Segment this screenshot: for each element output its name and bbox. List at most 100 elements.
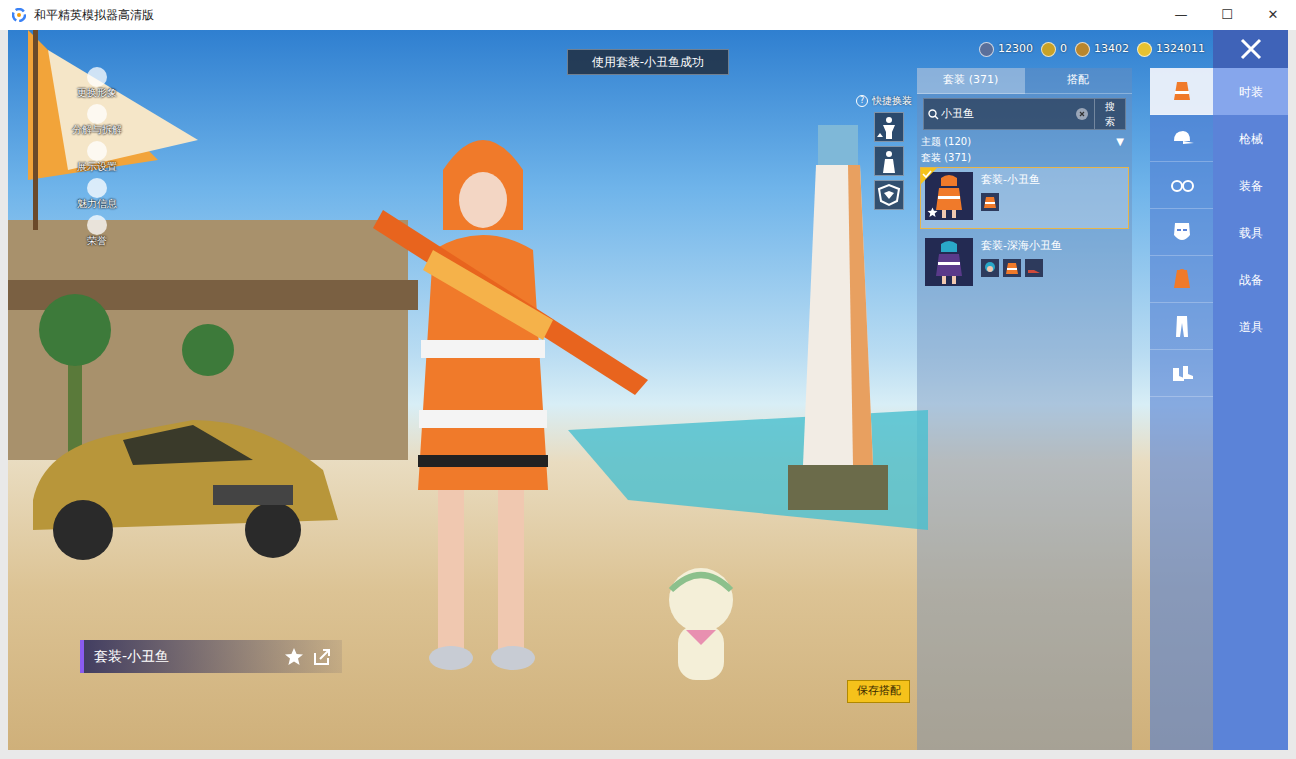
nav-label: 时装 <box>1239 83 1263 101</box>
side-menu-item[interactable]: 分解与拆解 <box>72 104 122 141</box>
part-outfit-icon <box>981 193 999 211</box>
outfit-item[interactable]: 套装-深海小丑鱼 <box>920 233 1129 295</box>
wardrobe-main: 套装 (371)搭配搜索主题 (120)▼套装 (371)套装-小丑鱼套装-深海… <box>917 68 1288 750</box>
side-menu-item[interactable]: 更换形象 <box>77 67 117 104</box>
panel-tabs: 套装 (371) 搭配 <box>917 68 1132 94</box>
nav-label: 枪械 <box>1239 130 1263 148</box>
nav-label: 道具 <box>1239 318 1263 336</box>
character <box>373 110 653 690</box>
quick-change: ?快捷换装 <box>848 93 912 210</box>
currency: 12300 <box>979 41 1033 58</box>
side-menu-label: 更换形象 <box>77 87 117 99</box>
category-tab[interactable] <box>1150 256 1213 303</box>
quick-slot[interactable] <box>874 146 904 176</box>
window-control-button[interactable]: ✕ <box>1250 0 1296 30</box>
currency: 1324011 <box>1137 41 1205 58</box>
currency-amount: 1324011 <box>1156 41 1205 58</box>
clear-search-icon[interactable] <box>1076 108 1088 120</box>
quick-slot[interactable] <box>874 112 904 142</box>
window-control-button[interactable]: ☐ <box>1204 0 1250 30</box>
category-bar <box>1150 68 1213 750</box>
outfit-item-name: 套装-深海小丑鱼 <box>981 238 1062 255</box>
section-title: 套装 (371) <box>917 149 1132 167</box>
quick-change-header: ?快捷换装 <box>856 93 912 108</box>
lighthouse <box>788 125 888 510</box>
outfit-parts <box>981 193 1040 211</box>
close-button[interactable] <box>1213 30 1288 68</box>
search-button[interactable]: 搜索 <box>1094 99 1125 129</box>
wardrobe-nav-item[interactable]: 战备 <box>1213 256 1288 303</box>
equipped-check-icon <box>921 168 937 184</box>
currency-amount: 12300 <box>998 41 1033 58</box>
outfit-item[interactable]: 套装-小丑鱼 <box>920 167 1129 229</box>
favorite-star-icon <box>927 207 938 218</box>
side-menu-label: 分解与拆解 <box>72 124 122 136</box>
share-icon[interactable] <box>312 647 332 667</box>
part-hair-icon <box>981 259 999 277</box>
wardrobe-side: 12300 0 13402 1324011 套装 (371) 搭配搜索主题 (120)▼… <box>917 30 1288 750</box>
outfit-info: 套装-深海小丑鱼 <box>977 238 1062 290</box>
outfit-name-bar: 套装-小丑鱼 <box>80 640 342 673</box>
top-icon <box>1169 266 1195 292</box>
pants-icon <box>1169 313 1195 339</box>
outfit-parts <box>981 259 1062 277</box>
lobby-scene: 使用套装-小丑鱼成功更换形象分解与拆解展示设置魅力信息荣誉 ?快捷换装套装-小丑鱼… <box>8 30 917 750</box>
menu-circle-icon <box>87 104 107 124</box>
currency: 0 <box>1041 41 1067 58</box>
cap-icon <box>1169 125 1195 151</box>
window-title: 和平精英模拟器高清版 <box>34 6 1158 24</box>
wardrobe-nav-item[interactable]: 枪械 <box>1213 115 1288 162</box>
tab-label: 套装 (371) <box>943 72 998 89</box>
glasses-icon <box>1169 172 1195 198</box>
category-tab[interactable] <box>1150 303 1213 350</box>
save-outfit-button[interactable]: 保存搭配 <box>847 680 910 703</box>
app-window: 和平精英模拟器高清版 —☐✕ 使用套装-小丑鱼成功更换形象分解与拆解展示设置魅力… <box>0 0 1296 759</box>
top-bar: 12300 0 13402 1324011 <box>917 30 1288 68</box>
search-input[interactable] <box>939 106 1076 123</box>
window-frame: 使用套装-小丑鱼成功更换形象分解与拆解展示设置魅力信息荣誉 ?快捷换装套装-小丑鱼… <box>0 30 1296 759</box>
window-control-button[interactable]: — <box>1158 0 1204 30</box>
side-menu-label: 荣誉 <box>87 235 107 247</box>
menu-circle-icon <box>87 215 107 235</box>
category-tab[interactable] <box>1150 68 1213 115</box>
theme-filter[interactable]: 主题 (120)▼ <box>917 134 1132 149</box>
panel-tab[interactable]: 套装 (371) <box>917 68 1025 94</box>
ship-block <box>8 30 428 470</box>
outfit-info: 套装-小丑鱼 <box>977 172 1040 224</box>
category-tab[interactable] <box>1150 162 1213 209</box>
side-menu: 更换形象分解与拆解展示设置魅力信息荣誉 <box>62 67 132 252</box>
menu-circle-icon <box>87 178 107 198</box>
close-icon <box>1239 37 1263 61</box>
outfit-thumbnail <box>925 238 973 286</box>
currency-gold-icon <box>1137 42 1152 57</box>
wardrobe-nav-item[interactable]: 道具 <box>1213 303 1288 350</box>
outfit-slot-icon <box>875 113 903 141</box>
currency-bar: 12300 0 13402 1324011 <box>917 30 1213 68</box>
wardrobe-nav-item[interactable]: 装备 <box>1213 162 1288 209</box>
help-button[interactable]: ? <box>856 95 868 107</box>
side-menu-item[interactable]: 展示设置 <box>77 141 117 178</box>
category-tab[interactable] <box>1150 209 1213 256</box>
part-shoes-icon <box>1025 259 1043 277</box>
quick-slot[interactable] <box>874 180 904 210</box>
outfit-icon <box>1169 78 1195 104</box>
category-tab[interactable] <box>1150 115 1213 162</box>
side-menu-label: 魅力信息 <box>77 198 117 210</box>
category-tab[interactable] <box>1150 350 1213 397</box>
wardrobe-nav-item[interactable]: 时装 <box>1213 68 1288 115</box>
side-menu-label: 展示设置 <box>77 161 117 173</box>
favorite-star-icon[interactable] <box>284 647 304 667</box>
toast-message: 使用套装-小丑鱼成功 <box>567 49 729 75</box>
currency-coin-icon <box>1075 42 1090 57</box>
filter-arrow: ▼ <box>1116 134 1124 149</box>
window-controls: —☐✕ <box>1158 0 1296 30</box>
side-menu-item[interactable]: 荣誉 <box>87 215 107 252</box>
panel-tab[interactable]: 搭配 <box>1025 68 1133 94</box>
currency: 13402 <box>1075 41 1129 58</box>
side-menu-item[interactable]: 魅力信息 <box>77 178 117 215</box>
outfit-slot-icon <box>875 181 903 209</box>
nav-label: 载具 <box>1239 224 1263 242</box>
app-logo-icon <box>12 8 26 22</box>
wardrobe-nav-item[interactable]: 载具 <box>1213 209 1288 256</box>
nav-label: 装备 <box>1239 177 1263 195</box>
